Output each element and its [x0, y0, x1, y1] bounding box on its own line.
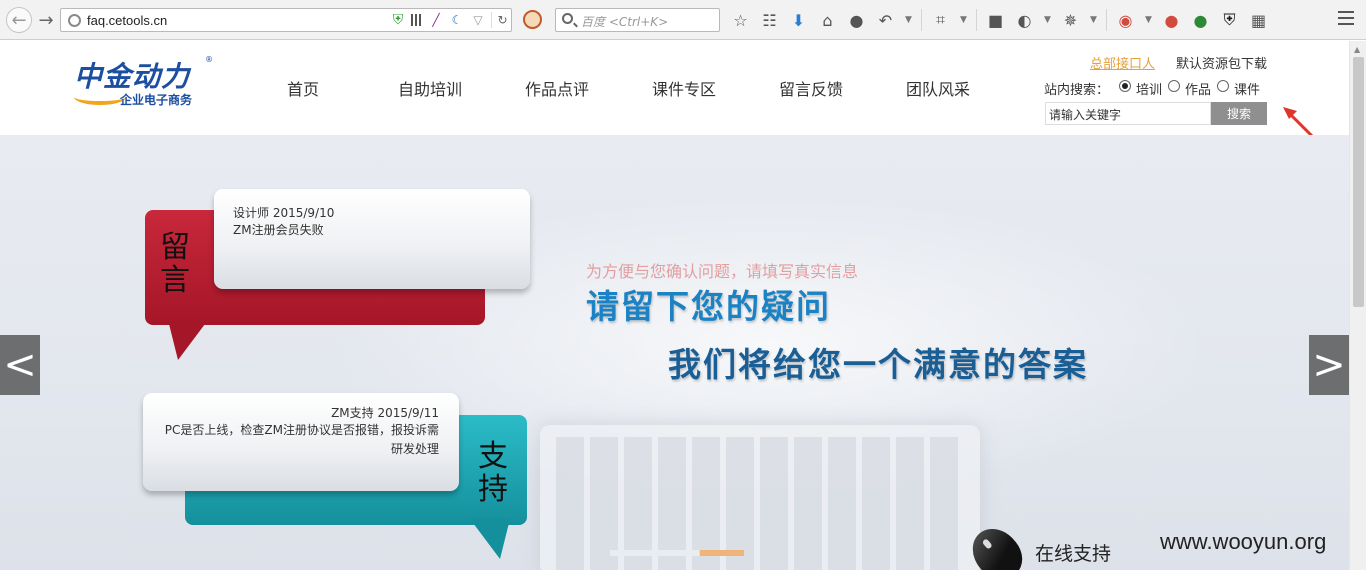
nav-item-courseware[interactable]: 课件专区	[652, 76, 716, 100]
block-icon[interactable]	[523, 10, 542, 29]
back-button[interactable]: ←	[6, 7, 32, 33]
watermark: www.wooyun.org	[1160, 529, 1327, 554]
nav-item-review[interactable]: 作品点评	[525, 76, 589, 100]
reload-icon[interactable]: ↻	[491, 12, 508, 28]
user-icon[interactable]: ◐	[1014, 10, 1035, 31]
site-search-label: 站内搜索：	[1044, 83, 1110, 98]
chat-icon[interactable]: ●	[846, 10, 867, 31]
shield-icon[interactable]: ⛨	[390, 12, 406, 28]
radio-courseware[interactable]	[1217, 80, 1229, 92]
radio-works-label: 作品	[1185, 83, 1212, 98]
slide-dot-active[interactable]	[700, 550, 744, 556]
address-bar[interactable]: faq.cetools.cn ⛨ ╱ ☾ ▽ ↻	[60, 8, 512, 32]
chevron-down-icon[interactable]: ▼	[1144, 10, 1153, 31]
message-label: 留言	[160, 230, 190, 298]
logo[interactable]: 中金动力 ® 企业电子商务	[74, 55, 214, 115]
download-icon[interactable]: ⬇	[788, 10, 809, 31]
slide-indicators	[610, 550, 745, 556]
scroll-up-icon[interactable]: ▲	[1354, 45, 1360, 54]
support-label: 支持	[478, 439, 508, 507]
globe-icon	[68, 14, 81, 27]
banner-subheadline: 我们将给您一个满意的答案	[668, 345, 1088, 384]
extension-icon[interactable]: ◉	[1115, 10, 1136, 31]
search-placeholder: 百度 <Ctrl+K>	[581, 15, 669, 29]
message-bubble-tail	[168, 320, 208, 360]
toolbar-separator	[976, 9, 977, 31]
bug-icon[interactable]: ✵	[1060, 10, 1081, 31]
nav-item-team[interactable]: 团队风采	[906, 76, 970, 100]
download-link[interactable]: 默认资源包下载	[1176, 53, 1267, 72]
feather-icon[interactable]: ╱	[428, 12, 444, 28]
qr-code-icon[interactable]	[411, 14, 423, 26]
chevron-down-icon[interactable]: ▽	[470, 12, 486, 28]
grid-icon[interactable]: ▦	[1248, 10, 1269, 31]
chevron-down-icon[interactable]: ▼	[1043, 10, 1052, 31]
radio-training[interactable]	[1119, 80, 1131, 92]
carousel-prev-button[interactable]: <	[0, 335, 40, 395]
browser-toolbar: ← → faq.cetools.cn ⛨ ╱ ☾ ▽ ↻ 百度 <Ctrl+K>…	[0, 0, 1366, 40]
logo-subtitle: 企业电子商务	[120, 93, 193, 107]
bookmark-star-icon[interactable]: ☆	[730, 10, 751, 31]
address-bar-icons: ⛨ ╱ ☾ ▽ ↻	[390, 12, 508, 28]
registered-mark: ®	[205, 55, 213, 64]
site-search-button[interactable]: 搜索	[1211, 102, 1267, 125]
url-text[interactable]: faq.cetools.cn	[87, 13, 167, 28]
shield-icon[interactable]: ⛨	[1219, 10, 1240, 31]
support-bubble-tail	[470, 519, 510, 559]
banner-headline: 请留下您的疑问	[586, 287, 831, 326]
support-meta: ZM支持 2015/9/11	[331, 406, 439, 420]
keyword-input[interactable]: 请输入关键字	[1045, 102, 1211, 125]
chevron-down-icon[interactable]: ▼	[1089, 10, 1098, 31]
banner-hint: 为方便与您确认问题，请填写真实信息	[586, 262, 859, 281]
keyboard-image	[540, 425, 980, 570]
message-meta: 设计师 2015/9/10	[233, 206, 335, 220]
banner-carousel: 为方便与您确认问题，请填写真实信息 请留下您的疑问 我们将给您一个满意的答案 留…	[0, 135, 1349, 570]
toolbar-separator	[1106, 9, 1107, 31]
clipboard-icon[interactable]: ☷	[759, 10, 780, 31]
undo-icon[interactable]: ↶	[875, 10, 896, 31]
slide-dot[interactable]	[655, 550, 699, 556]
extension-icon[interactable]: ●	[1161, 10, 1182, 31]
radio-training-label: 培训	[1136, 83, 1163, 98]
browser-search-input[interactable]: 百度 <Ctrl+K>	[555, 8, 720, 32]
page-scrollbar[interactable]: ▲	[1349, 41, 1366, 570]
chevron-down-icon[interactable]: ▼	[959, 10, 968, 31]
slide-dot[interactable]	[610, 550, 654, 556]
forward-button[interactable]: →	[35, 9, 57, 31]
menu-icon[interactable]	[1338, 11, 1354, 25]
site-header: 中金动力 ® 企业电子商务 首页 自助培训 作品点评 课件专区 留言反馈 团队风…	[0, 41, 1349, 145]
nav-item-home[interactable]: 首页	[287, 76, 319, 100]
toolbar-icons: ☆ ☷ ⬇ ⌂ ● ↶ ▼ ⌗ ▼ ■ ◐ ▼ ✵ ▼ ◉ ▼ ● ● ⛨ ▦	[730, 8, 1269, 32]
chevron-down-icon[interactable]: ▼	[904, 10, 913, 31]
carousel-next-button[interactable]: >	[1309, 335, 1349, 395]
scrollbar-thumb[interactable]	[1353, 57, 1364, 307]
radio-works[interactable]	[1168, 80, 1180, 92]
contact-link[interactable]: 总部接口人	[1090, 53, 1155, 72]
extension-icon[interactable]: ●	[1190, 10, 1211, 31]
comment-icon[interactable]: ■	[985, 10, 1006, 31]
message-text: ZM注册会员失败	[233, 223, 324, 237]
crop-icon[interactable]: ⌗	[930, 10, 951, 31]
moon-icon[interactable]: ☾	[449, 12, 465, 28]
nav-item-training[interactable]: 自助培训	[398, 76, 462, 100]
logo-swoosh	[74, 89, 126, 105]
online-support-link[interactable]: 在线支持	[1035, 539, 1111, 566]
radio-courseware-label: 课件	[1234, 83, 1261, 98]
search-icon	[562, 13, 573, 24]
support-text: PC是否上线，检查ZM注册协议是否报错，报投诉需研发处理	[164, 423, 439, 456]
home-icon[interactable]: ⌂	[817, 10, 838, 31]
toolbar-separator	[921, 9, 922, 31]
nav-item-feedback[interactable]: 留言反馈	[779, 76, 843, 100]
